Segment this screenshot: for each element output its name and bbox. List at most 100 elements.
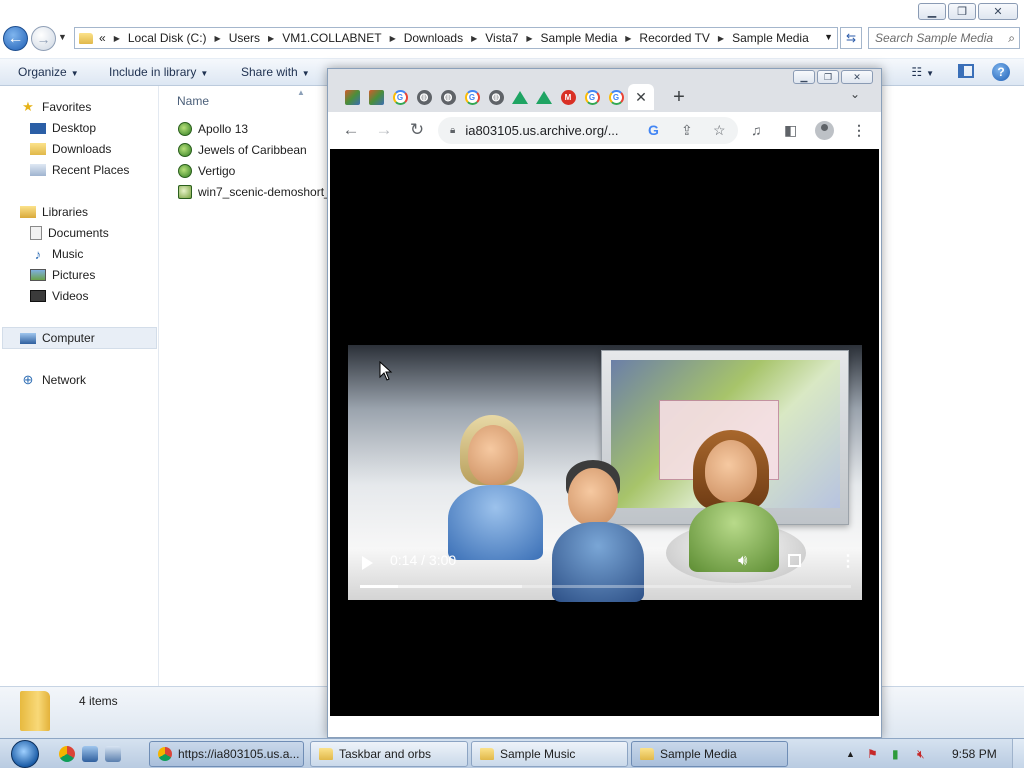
browser-tab[interactable] (508, 85, 532, 109)
network-signal-icon[interactable]: ▮ (892, 747, 899, 761)
switch-windows-icon[interactable] (105, 746, 121, 762)
chrome-icon[interactable] (59, 746, 75, 762)
url-bar[interactable]: 🔒︎ ia803105.us.archive.org/... (438, 117, 738, 144)
back-button[interactable]: ← (340, 120, 362, 140)
browser-tab[interactable]: G (580, 85, 604, 109)
help-button[interactable]: ? (992, 63, 1010, 81)
recent-pages-dropdown[interactable]: ▼ (58, 32, 67, 42)
nav-item-videos[interactable]: Videos (30, 289, 88, 303)
taskbar-button-chrome[interactable]: https://ia803105.us.a... (149, 741, 304, 767)
organize-button[interactable]: Organize ▼ (18, 65, 79, 79)
bookmark-star-icon[interactable]: ☆ (713, 122, 726, 139)
chevron-right-icon[interactable]: ▶ (471, 34, 477, 43)
breadcrumb-item[interactable]: Recorded TV (639, 31, 709, 45)
browser-tab[interactable] (364, 85, 388, 109)
plus-icon: + (673, 85, 685, 108)
include-in-library-button[interactable]: Include in library ▼ (109, 65, 208, 79)
media-control-icon[interactable]: ♫ (751, 122, 762, 138)
forward-button[interactable]: → (373, 120, 395, 140)
browser-tab[interactable]: G (604, 85, 628, 109)
nav-item-pictures[interactable]: Pictures (30, 268, 95, 282)
chevron-right-icon[interactable]: ▶ (390, 34, 396, 43)
search-input[interactable]: Search Sample Media ⌕ (868, 27, 1020, 49)
video-player[interactable]: 0:14 / 3:00 🔊︎ ⋮ (330, 149, 879, 716)
change-view-button[interactable]: ☷ ▼ (911, 65, 934, 79)
show-desktop-icon[interactable] (82, 746, 98, 762)
browser-tab[interactable]: G (460, 85, 484, 109)
close-button[interactable]: ✕ (841, 70, 873, 84)
minimize-button[interactable]: ▁ (793, 70, 815, 84)
restore-button[interactable]: ❐ (817, 70, 839, 84)
breadcrumb-item[interactable]: Downloads (404, 31, 463, 45)
active-tab-close-button[interactable]: ✕ (628, 84, 654, 110)
nav-item-music[interactable]: ♪ Music (30, 247, 84, 262)
share-icon[interactable]: ⇪ (681, 122, 693, 139)
chevron-right-icon[interactable]: ▶ (526, 34, 532, 43)
breadcrumb-item[interactable]: VM1.COLLABNET (282, 31, 381, 45)
address-bar[interactable]: « ▶ Local Disk (C:) ▶ Users ▶ VM1.COLLAB… (74, 27, 838, 49)
file-item[interactable]: Jewels of Caribbean (178, 143, 307, 157)
browser-tab[interactable]: M (556, 85, 580, 109)
browser-tab[interactable] (532, 85, 556, 109)
file-item[interactable]: win7_scenic-demoshort_ (178, 185, 331, 199)
volume-icon[interactable]: 🔊︎ (738, 552, 747, 569)
show-hidden-icons-button[interactable]: ▲ (846, 749, 855, 759)
nav-item-desktop[interactable]: Desktop (30, 121, 96, 135)
new-tab-button[interactable]: + (664, 86, 694, 109)
file-item[interactable]: Vertigo (178, 164, 235, 178)
system-clock[interactable]: 9:58 PM (952, 747, 997, 761)
refresh-button[interactable]: ⇆ (840, 27, 862, 49)
breadcrumb-item[interactable]: Users (229, 31, 260, 45)
forward-button[interactable]: → (31, 26, 56, 51)
file-item[interactable]: Apollo 13 (178, 122, 248, 136)
close-button[interactable]: ✕ (978, 3, 1018, 20)
menu-kebab-icon[interactable]: ⋮ (852, 122, 866, 139)
google-lens-icon[interactable]: G (648, 122, 659, 138)
nav-item-documents[interactable]: Documents (30, 226, 109, 240)
breadcrumb-overflow[interactable]: « (99, 31, 106, 45)
video-seek-bar[interactable] (360, 585, 851, 588)
taskbar-button-taskbar-and-orbs[interactable]: Taskbar and orbs (310, 741, 468, 767)
side-panel-icon[interactable]: ◧ (784, 122, 797, 139)
taskbar-button-sample-music[interactable]: Sample Music (471, 741, 628, 767)
preview-pane-button[interactable] (958, 64, 974, 78)
back-arrow-icon: ← (7, 29, 24, 47)
column-header-name[interactable]: Name (177, 94, 209, 108)
chevron-right-icon[interactable]: ▶ (215, 34, 221, 43)
maximize-button[interactable]: ❐ (948, 3, 976, 20)
taskbar-button-sample-media[interactable]: Sample Media (631, 741, 788, 767)
action-center-flag-icon[interactable]: ⚑ (867, 747, 878, 761)
breadcrumb-item[interactable]: Sample Media (732, 31, 809, 45)
minimize-button[interactable]: ▁ (918, 3, 946, 20)
profile-avatar-icon[interactable] (815, 121, 834, 140)
search-icon[interactable]: ⌕ (1008, 31, 1015, 46)
back-button[interactable]: ← (3, 26, 28, 51)
breadcrumb-item[interactable]: Local Disk (C:) (128, 31, 207, 45)
tab-search-button[interactable]: ⌄ (850, 87, 860, 101)
breadcrumb-item[interactable]: Sample Media (541, 31, 618, 45)
nav-item-computer[interactable]: Computer (20, 331, 95, 345)
chevron-right-icon[interactable]: ▶ (718, 34, 724, 43)
chevron-right-icon[interactable]: ▶ (625, 34, 631, 43)
browser-tab[interactable]: G (388, 85, 412, 109)
start-button[interactable] (6, 739, 44, 768)
play-icon[interactable] (362, 556, 373, 570)
chevron-right-icon[interactable]: ▶ (268, 34, 274, 43)
fullscreen-icon[interactable] (788, 554, 801, 567)
browser-tab[interactable]: ◍ (484, 85, 508, 109)
browser-tab[interactable]: ◍ (412, 85, 436, 109)
more-options-icon[interactable]: ⋮ (840, 551, 856, 571)
reload-button[interactable]: ↻ (406, 120, 428, 140)
nav-item-downloads[interactable]: Downloads (30, 142, 111, 156)
nav-item-recent-places[interactable]: Recent Places (30, 163, 129, 177)
share-with-button[interactable]: Share with ▼ (241, 65, 310, 79)
nav-item-favorites[interactable]: ★ Favorites (20, 99, 91, 114)
show-desktop-button[interactable] (1012, 739, 1024, 768)
volume-muted-icon[interactable]: 🔇︎ (917, 747, 925, 762)
breadcrumb-item[interactable]: Vista7 (485, 31, 518, 45)
nav-item-network[interactable]: ⊕ Network (20, 372, 86, 387)
nav-item-libraries[interactable]: Libraries (20, 205, 88, 219)
browser-tab[interactable]: ◍ (436, 85, 460, 109)
address-dropdown-icon[interactable]: ▼ (824, 32, 833, 42)
browser-tab[interactable] (340, 85, 364, 109)
